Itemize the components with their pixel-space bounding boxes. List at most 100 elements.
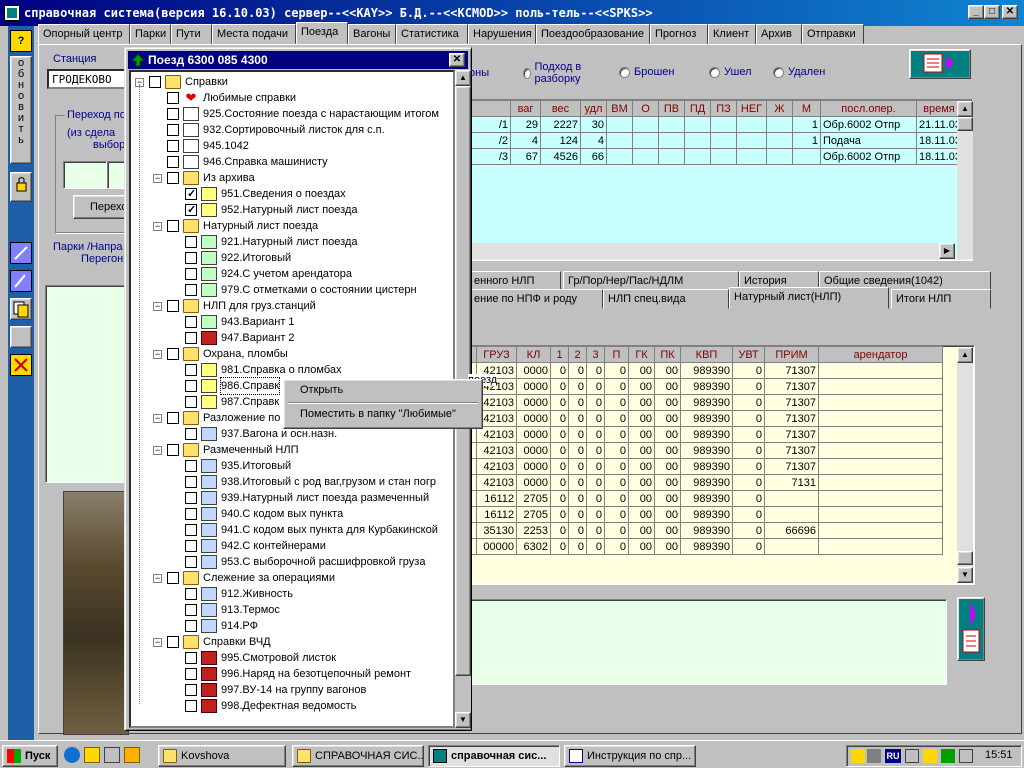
trains-col-header[interactable]: О <box>632 100 659 117</box>
tree-item[interactable]: − Справки ВЧД <box>131 634 451 650</box>
tree-item[interactable]: 951.Сведения о поездах <box>131 186 451 202</box>
tree-item[interactable]: − НЛП для груз.станций <box>131 298 451 314</box>
tab-delivery-places[interactable]: Места подачи <box>212 24 296 44</box>
tree-checkbox[interactable] <box>185 236 197 248</box>
tree-checkbox[interactable] <box>185 604 197 616</box>
tree-checkbox[interactable] <box>167 140 179 152</box>
tree-item[interactable]: 912.Живность <box>131 586 451 602</box>
natural-list-grid[interactable]: ГРУЗ КЛ 1 2 3 П ГК ПК КВП УВТ ПРИМ арендатор 42103 00… <box>470 346 943 555</box>
tree-expander-icon[interactable]: − <box>153 638 162 647</box>
table-row[interactable]: 42103 0000 0 0 0 0 00 00 989390 0 71307 <box>470 410 943 427</box>
tree-item[interactable]: 995.Смотровой листок <box>131 650 451 666</box>
trains-col-header[interactable]: НЕГ <box>736 100 767 117</box>
tab-trains[interactable]: Поезда <box>296 22 348 44</box>
tree-checkbox[interactable] <box>185 268 197 280</box>
table-row[interactable]: 16112 2705 0 0 0 0 00 00 989390 0 <box>470 490 943 507</box>
tab-client[interactable]: Клиент <box>708 24 756 44</box>
menu-item-open[interactable]: Открыть <box>300 384 343 396</box>
copy-icon[interactable] <box>10 298 32 320</box>
table-row[interactable]: 42103 0000 0 0 0 0 00 00 989390 0 71307 <box>470 394 943 411</box>
natural-list-col-header[interactable]: ГРУЗ <box>476 346 517 363</box>
close-button[interactable]: ✕ <box>1002 5 1018 19</box>
tree-checkbox[interactable] <box>167 220 179 232</box>
tree-expander-icon[interactable]: − <box>153 174 162 183</box>
tree-checkbox[interactable] <box>185 684 197 696</box>
tree-item[interactable]: − Размеченный НЛП <box>131 442 451 458</box>
tree-checkbox[interactable] <box>185 476 197 488</box>
tree-item[interactable]: 940.С кодом вых пункта <box>131 506 451 522</box>
subtab-natural-list[interactable]: Натурный лист(НЛП) <box>729 287 889 309</box>
table-row[interactable]: 42103 0000 0 0 0 0 00 00 989390 0 71307 <box>470 426 943 443</box>
tree-checkbox[interactable] <box>167 92 179 104</box>
tree-item[interactable]: 941.С кодом вых пункта для Курбакинской <box>131 522 451 538</box>
radio-approach[interactable]: Подход в разборку <box>523 61 593 85</box>
tree-checkbox[interactable] <box>167 300 179 312</box>
ie-icon[interactable] <box>64 747 80 763</box>
brush-icon[interactable] <box>10 270 32 292</box>
tree-checkbox[interactable] <box>185 668 197 680</box>
natural-list-col-header[interactable]: 3 <box>586 346 605 363</box>
subtab-nlp-totals[interactable]: Итоги НЛП <box>891 289 991 309</box>
tab-statistics[interactable]: Статистика <box>396 24 468 44</box>
tab-violations[interactable]: Нарушения <box>468 24 536 44</box>
table-row[interactable]: 42103 0000 0 0 0 0 00 00 989390 0 71307 <box>470 378 943 395</box>
tree-expander-icon[interactable]: − <box>153 222 162 231</box>
tree-checkbox[interactable] <box>185 252 197 264</box>
tree-checkbox[interactable] <box>167 172 179 184</box>
popup-title-bar[interactable]: Поезд 6300 085 4300 ✕ <box>128 51 468 69</box>
tree-item[interactable]: − Справки <box>131 74 451 90</box>
radio-deleted[interactable]: Удален <box>773 66 825 78</box>
trains-col-header[interactable]: ПЗ <box>710 100 737 117</box>
trains-col-header[interactable] <box>470 100 511 117</box>
tree-checkbox[interactable] <box>185 396 197 408</box>
natural-list-col-header[interactable]: 1 <box>550 346 569 363</box>
tree-expander-icon[interactable]: − <box>153 574 162 583</box>
tab-support-center[interactable]: Опорный центр <box>38 24 130 44</box>
tree-checkbox[interactable] <box>185 620 197 632</box>
trains-col-header[interactable]: ПД <box>684 100 711 117</box>
trains-grid[interactable]: ваг вес удл ВМ О ПВ ПД ПЗ НЕГ Ж Мпосл.опер. время о… <box>470 100 971 165</box>
pen-icon[interactable] <box>10 242 32 264</box>
tree-checkbox[interactable] <box>185 508 197 520</box>
start-button[interactable]: Пуск <box>2 745 58 767</box>
table-row[interactable]: 16112 2705 0 0 0 0 00 00 989390 0 <box>470 506 943 523</box>
tree-checkbox[interactable] <box>185 332 197 344</box>
tree-item[interactable]: 935.Итоговый <box>131 458 451 474</box>
tree-item[interactable]: 921.Натурный лист поезда <box>131 234 451 250</box>
tree-checkbox[interactable] <box>185 492 197 504</box>
taskbar-item-kovshova[interactable]: Kovshova <box>158 745 286 767</box>
tree-checkbox[interactable] <box>167 108 179 120</box>
tray-icon-pen[interactable] <box>851 749 865 763</box>
tree-item[interactable]: − Охрана, пломбы <box>131 346 451 362</box>
scroll-down-icon[interactable]: ▼ <box>455 712 471 728</box>
table-row[interactable]: 42103 0000 0 0 0 0 00 00 989390 0 7131 <box>470 474 943 491</box>
tree-checkbox[interactable] <box>167 572 179 584</box>
tree-expander-icon[interactable]: − <box>153 350 162 359</box>
scroll-thumb[interactable] <box>957 117 973 131</box>
tree-item[interactable]: 981.Справка о пломбах <box>131 362 451 378</box>
tree-item[interactable]: 942.С контейнерами <box>131 538 451 554</box>
tree-checkbox[interactable] <box>185 556 197 568</box>
natural-list-col-header[interactable]: 2 <box>568 346 587 363</box>
natural-list-scrollbar[interactable]: ▲ ▼ <box>957 347 973 583</box>
tree-item[interactable]: 925.Состояние поезда с нарастающим итого… <box>131 106 451 122</box>
parks-list[interactable] <box>45 285 129 483</box>
natural-list-col-header[interactable]: ПРИМ <box>764 346 819 363</box>
natural-list-col-header[interactable]: ГК <box>628 346 655 363</box>
natural-list-col-header[interactable]: ПК <box>654 346 681 363</box>
taskbar-item-instruction[interactable]: Инструкция по спр... <box>564 745 696 767</box>
tab-parks[interactable]: Парки <box>130 24 171 44</box>
subtab-nlp-general[interactable]: енного НЛП <box>469 271 561 291</box>
tree-item[interactable]: − Слежение за операциями <box>131 570 451 586</box>
tree-checkbox[interactable] <box>185 202 197 218</box>
tree-checkbox[interactable] <box>167 156 179 168</box>
notes-panel[interactable] <box>469 599 947 685</box>
scroll-up-icon[interactable]: ▲ <box>957 101 973 117</box>
tree-item[interactable]: 943.Вариант 1 <box>131 314 451 330</box>
tree-expander-icon[interactable]: − <box>153 302 162 311</box>
outlook-icon[interactable] <box>84 747 100 763</box>
tree-item[interactable]: 932.Сортировочный листок для с.п. <box>131 122 451 138</box>
natural-list-col-header[interactable]: КВП <box>680 346 733 363</box>
tree-checkbox[interactable] <box>167 444 179 456</box>
tray-icon-printer[interactable] <box>959 749 973 763</box>
